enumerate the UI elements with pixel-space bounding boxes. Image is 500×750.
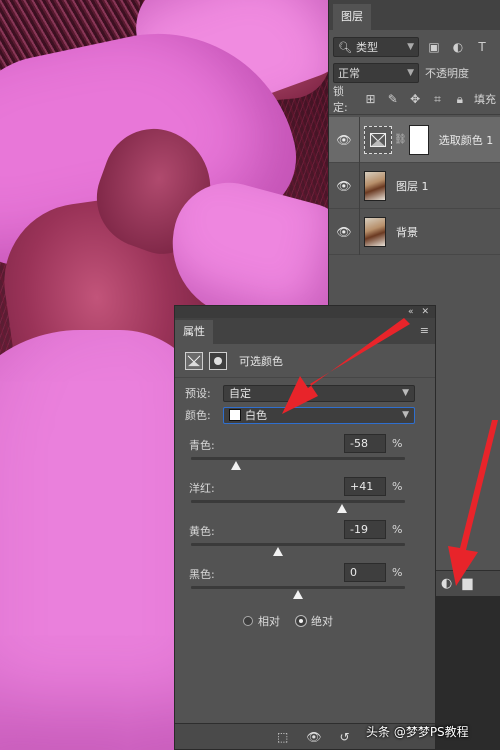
adjustment-thumbnail[interactable] [364,125,392,154]
reset-icon[interactable]: ↺ [340,730,350,744]
layer-mask-thumbnail[interactable] [408,124,429,155]
lock-move-icon[interactable]: ✥ [407,90,423,108]
percent-label: % [392,523,403,536]
slider-track[interactable] [191,543,405,546]
watermark: 头条 @梦梦PS教程 [366,725,469,739]
layers-tabbar: 图层 [329,0,500,30]
layer-name: 选取颜色 1 [438,133,494,147]
slider-track[interactable] [191,500,405,503]
percent-label: % [392,480,403,493]
slider-label: 黑色: [189,568,215,581]
annotation-arrow-2 [448,420,498,586]
color-swatch [229,409,241,421]
preset-label: 预设: [185,387,211,400]
mask-icon[interactable] [209,351,227,370]
slider-track[interactable] [191,586,405,589]
layers-filter-row: 🔍︎ 类型 ▼ ▣ ◐ T [329,34,500,60]
lock-row: 锁定: ⊞ ✎ ✥ ⌗ 🔒︎ 填充 [329,85,500,114]
layer-name: 图层 1 [396,179,429,193]
close-icon[interactable]: ✕ [421,307,429,317]
preset-value: 自定 [229,387,251,400]
percent-label: % [392,437,403,450]
view-previous-icon[interactable]: 👁︎ [306,730,321,744]
blend-mode-select[interactable]: 正常 ▼ [333,63,419,83]
lock-label: 锁定: [333,85,348,114]
collapse-icon[interactable]: « [408,307,414,317]
percent-label: % [392,566,403,579]
chevron-down-icon: ▼ [407,42,414,52]
method-radio-group: 相对 绝对 [175,608,435,634]
lock-paint-icon[interactable]: ✎ [385,90,401,108]
panel-menu-icon[interactable]: ≡ [420,324,429,337]
slider-label: 黄色: [189,525,215,538]
search-icon: 🔍︎ [338,40,352,54]
slider-label: 青色: [189,439,215,452]
layer-kind-filter[interactable]: 🔍︎ 类型 ▼ [333,37,419,57]
layer-row-layer1[interactable]: 👁︎ 图层 1 [329,162,500,209]
lock-transparent-icon[interactable]: ⊞ [362,90,378,108]
slider-group: 青色: -58 % 洋红: +41 % 黄色: -19 % 黑色: 0 % [175,434,435,606]
panel-titlebar: « ✕ [175,306,435,318]
radio-circle-selected [296,616,306,626]
magenta-value-input[interactable]: +41 [344,477,386,496]
layer-row-background[interactable]: 👁︎ 背景 [329,208,500,255]
opacity-label: 不透明度 [425,67,469,80]
selective-color-icon[interactable] [185,351,203,370]
relative-radio[interactable]: 相对 [243,613,280,629]
link-icon[interactable]: ⛓︎ [394,134,407,145]
divider [359,208,360,255]
black-value-input[interactable]: 0 [344,563,386,582]
blend-mode-value: 正常 [338,67,360,80]
pixel-filter-icon[interactable]: ▣ [425,38,443,56]
layer-row-selective-color[interactable]: 👁︎ ⛓︎ 选取颜色 1 [329,116,500,163]
eye-icon[interactable]: 👁︎ [329,133,359,147]
fill-label: 填充 [473,93,496,106]
absolute-radio[interactable]: 绝对 [296,613,333,629]
color-label: 颜色: [185,409,211,422]
selective-color-icon [370,132,386,147]
annotation-arrow-1 [282,318,410,414]
slider-label: 洋红: [189,482,215,495]
eye-icon[interactable]: 👁︎ [329,225,359,239]
slider-knob[interactable] [272,547,283,556]
slider-track[interactable] [191,457,405,460]
eye-icon[interactable]: 👁︎ [329,179,359,193]
layer-thumbnail[interactable] [364,216,386,247]
color-value: 白色 [245,409,267,422]
cyan-value-input[interactable]: -58 [344,434,386,453]
yellow-value-input[interactable]: -19 [344,520,386,539]
black-slider: 黑色: 0 % [175,563,435,606]
tab-properties[interactable]: 属性 [175,320,213,344]
tab-layers[interactable]: 图层 [333,4,371,30]
divider [359,162,360,209]
layer-name: 背景 [396,225,418,239]
clip-to-layer-icon[interactable]: ⬚ [277,730,288,744]
radio-circle [243,616,253,626]
lock-artboard-icon[interactable]: ⌗ [429,90,445,108]
magenta-slider: 洋红: +41 % [175,477,435,520]
layer-thumbnail[interactable] [364,170,386,201]
cyan-slider: 青色: -58 % [175,434,435,477]
radio-label: 绝对 [311,615,333,628]
chevron-down-icon: ▼ [407,68,414,78]
radio-label: 相对 [258,615,280,628]
lock-all-icon[interactable]: 🔒︎ [452,90,468,108]
slider-knob[interactable] [293,590,303,599]
type-filter-icon[interactable]: T [473,38,491,56]
slider-knob[interactable] [336,504,347,513]
adjustment-filter-icon[interactable]: ◐ [449,38,467,56]
divider [359,116,360,163]
kind-filter-label: 类型 [355,41,378,54]
selective-color-glyph [187,355,201,366]
yellow-slider: 黄色: -19 % [175,520,435,563]
slider-knob[interactable] [230,461,241,470]
